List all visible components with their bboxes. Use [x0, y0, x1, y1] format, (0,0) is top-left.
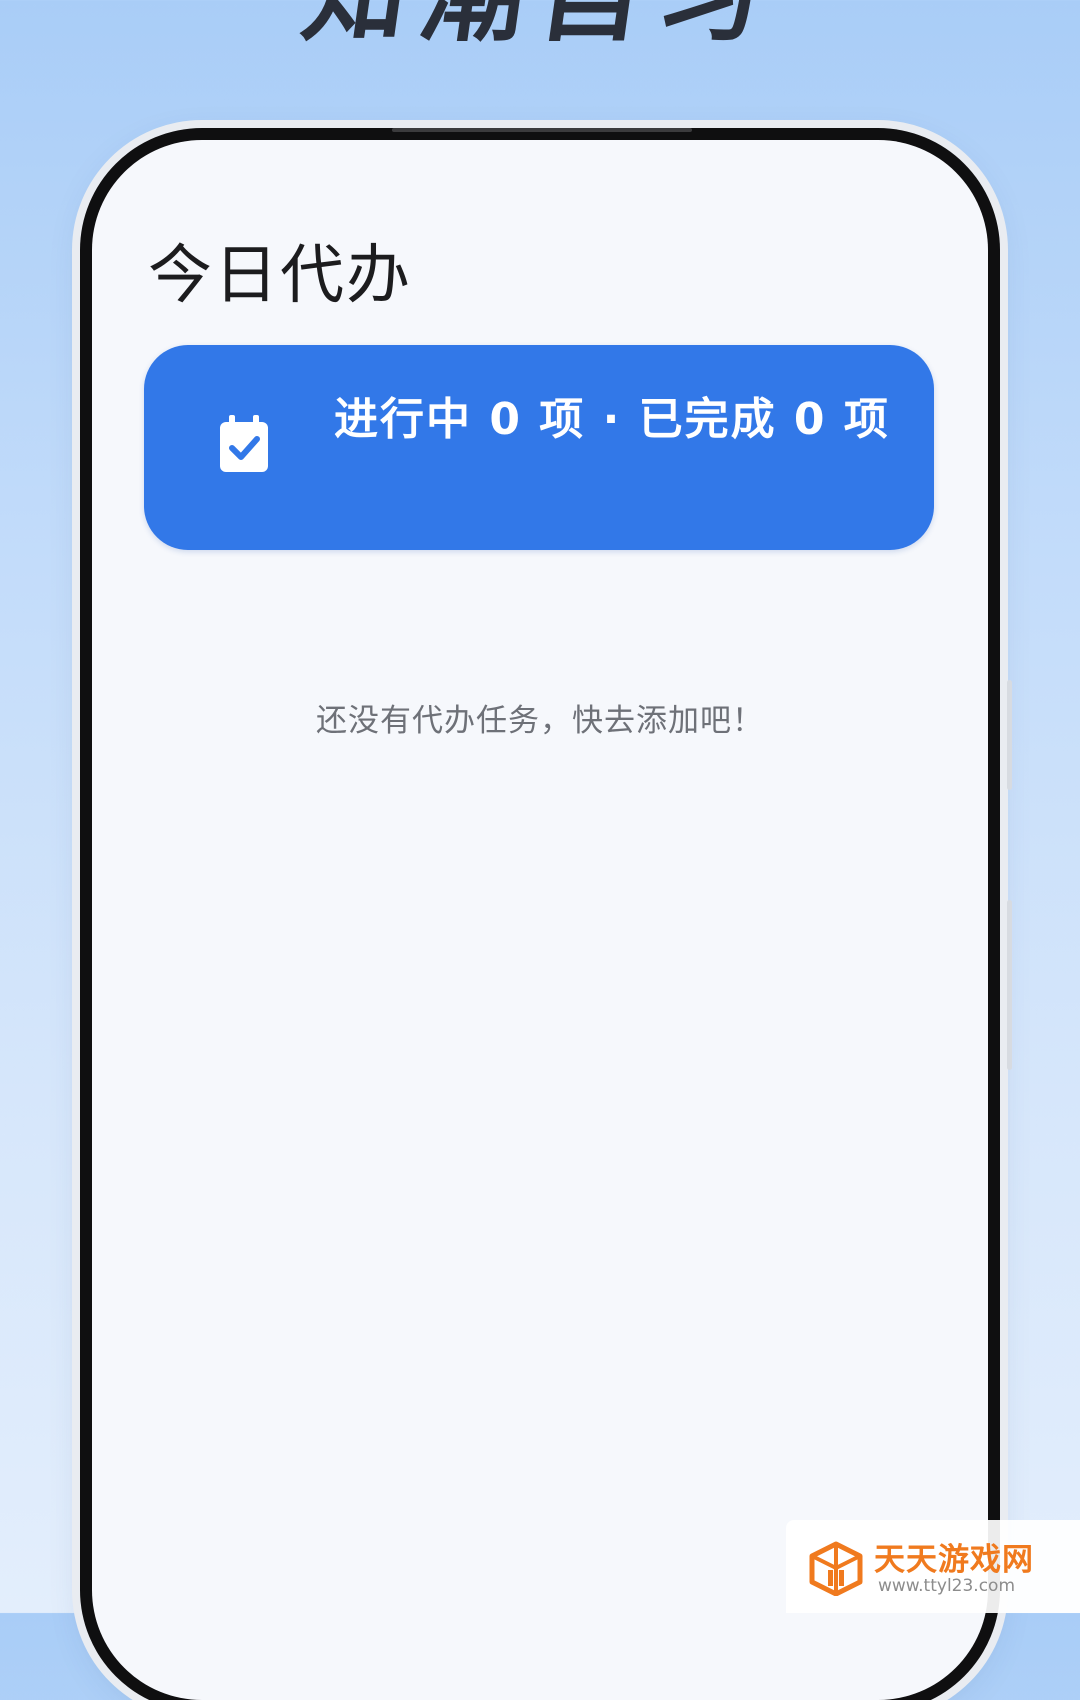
watermark-logo-icon — [809, 1541, 863, 1596]
phone-earpiece — [392, 128, 692, 132]
todo-summary-text: 进行中 0 项 · 已完成 0 项 — [334, 394, 890, 445]
watermark-name: 天天游戏网 — [874, 1542, 1034, 1578]
promo-title: 知潮自习 — [0, 0, 1080, 56]
todo-summary-card[interactable]: 进行中 0 项 · 已完成 0 项 — [144, 345, 934, 550]
calendar-check-icon — [220, 415, 268, 472]
phone-volume-button — [1007, 680, 1012, 790]
phone-frame: 今日代办 进行中 0 项 · 已完成 0 项 还没有代办任务，快去添加吧！ — [92, 128, 1012, 1700]
watermark: 天天游戏网 www.ttyl23.com — [786, 1520, 1080, 1613]
phone-power-button — [1007, 900, 1012, 1070]
watermark-url: www.ttyl23.com — [878, 1576, 1016, 1596]
empty-state-message: 还没有代办任务，快去添加吧！ — [316, 703, 764, 739]
page-title: 今日代办 — [148, 239, 412, 313]
app-screen: 今日代办 进行中 0 项 · 已完成 0 项 还没有代办任务，快去添加吧！ — [92, 140, 988, 1700]
